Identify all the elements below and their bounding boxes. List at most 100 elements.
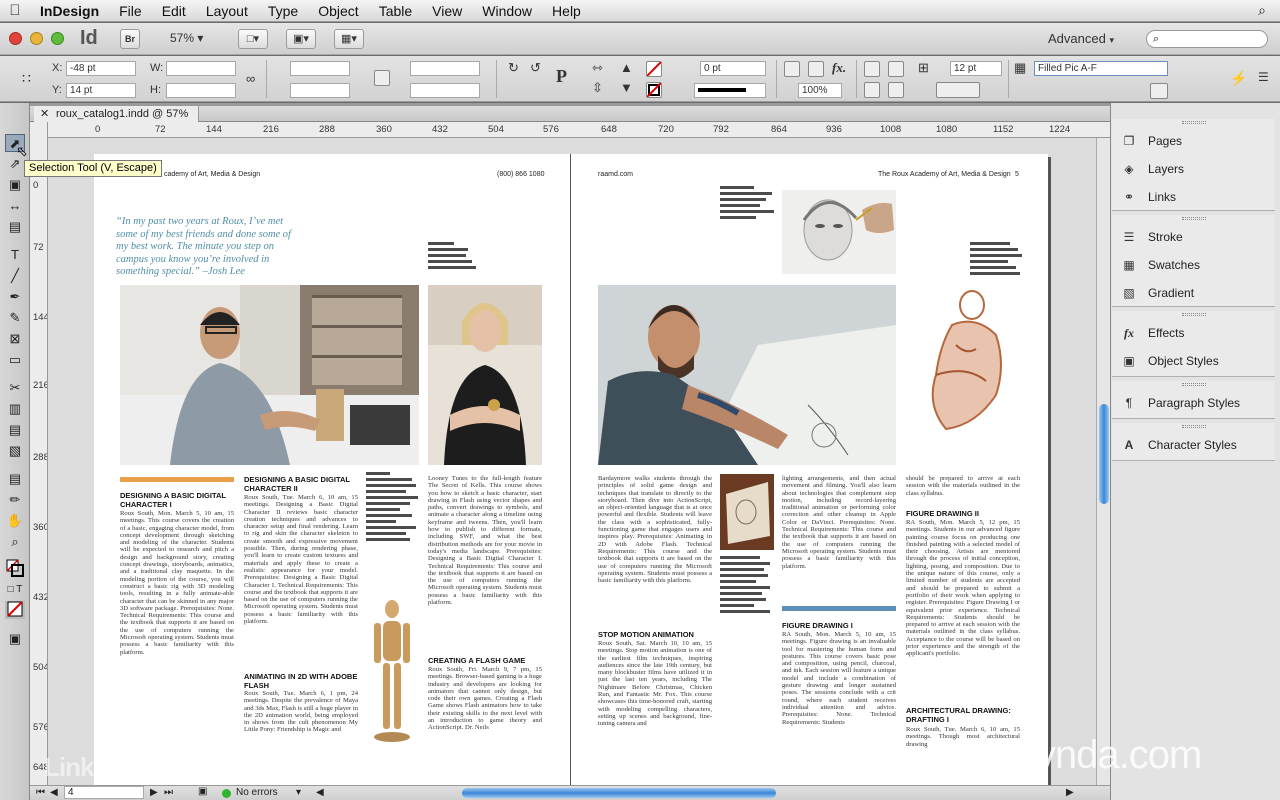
close-tab-icon[interactable]: ✕ — [40, 106, 49, 122]
horizontal-scroll-thumb[interactable] — [462, 788, 776, 798]
hand-tool-icon[interactable]: ✋ — [5, 512, 25, 530]
text-placeholder[interactable] — [366, 472, 420, 544]
menu-view[interactable]: View — [422, 0, 472, 22]
panel-swatches[interactable]: ▦ Swatches — [1120, 253, 1200, 277]
constrain-scale-icon[interactable] — [374, 70, 390, 86]
effects-fx-icon[interactable]: fx. — [832, 60, 846, 76]
course-description[interactable]: RA South, Mon. March 5, 10 am, 15 meetin… — [782, 631, 896, 749]
note-tool-icon[interactable]: ▤ — [5, 470, 25, 488]
content-collector-icon[interactable]: ▤ — [5, 218, 25, 236]
vertical-scrollbar[interactable] — [1096, 138, 1110, 785]
panel-object-styles[interactable]: ▣ Object Styles — [1120, 349, 1218, 373]
first-page-icon[interactable]: ⏮ — [36, 787, 45, 798]
menu-help[interactable]: Help — [542, 0, 591, 22]
constrain-proportions-icon[interactable]: ∞ — [246, 71, 255, 86]
page-spread[interactable]: cademy of Art, Media & Design (800) 866 … — [94, 154, 1048, 785]
width-field[interactable] — [166, 61, 236, 76]
page-number-field[interactable]: 4 — [64, 786, 144, 799]
screen-mode-button[interactable]: ▣▾ — [286, 29, 316, 49]
course-title[interactable]: CREATING A FLASH GAME — [428, 656, 544, 665]
pasteboard[interactable]: cademy of Art, Media & Design (800) 866 … — [48, 138, 1096, 785]
photo-pencil-portrait-sketch[interactable] — [782, 190, 896, 274]
select-content-icon[interactable]: ▼ — [620, 80, 633, 95]
course-description[interactable]: Bardaymore walks students through the pr… — [598, 475, 712, 625]
fill-swatch-icon[interactable] — [646, 61, 662, 77]
zoom-level-select[interactable]: 57% ▾ — [170, 31, 203, 45]
course-title[interactable]: STOP MOTION ANIMATION — [598, 630, 714, 639]
course-description[interactable]: Roux South, Tue. March 6, 1 pm, 24 meeti… — [244, 690, 358, 748]
panel-gradient[interactable]: ▧ Gradient — [1120, 281, 1194, 305]
photo-sketchbook[interactable] — [720, 474, 774, 550]
drop-shadow-icon[interactable] — [784, 61, 800, 77]
document-tab[interactable]: ✕ roux_catalog1.indd @ 57% — [34, 106, 200, 122]
course-description[interactable]: Roux South, Sat. March 10, 10 am, 15 mee… — [598, 640, 712, 750]
panel-grip[interactable] — [1182, 121, 1206, 124]
wrap-around-icon[interactable] — [888, 82, 904, 98]
panel-paragraph-styles[interactable]: ¶ Paragraph Styles — [1120, 391, 1240, 415]
course-description[interactable]: Roux South, Tue. March 6, 10 am, 15 meet… — [906, 726, 1020, 750]
zoom-window-button[interactable] — [51, 32, 64, 45]
course-description[interactable]: lighting arrangements, and then actual m… — [782, 475, 896, 601]
menu-app[interactable]: InDesign — [30, 0, 109, 22]
course-title[interactable]: FIGURE DRAWING I — [782, 621, 898, 630]
course-description[interactable]: Roux South, Tue. March 6, 10 am, 15 meet… — [244, 494, 358, 666]
preflight-status-text[interactable]: No errors — [236, 787, 278, 798]
panel-character-styles[interactable]: A Character Styles — [1120, 433, 1237, 457]
text-placeholder[interactable] — [720, 556, 770, 616]
text-placeholder[interactable] — [428, 242, 476, 272]
flip-vertical-icon[interactable]: ⇳ — [592, 80, 603, 96]
scroll-right-icon[interactable]: ▶ — [1066, 787, 1074, 798]
rotation-angle-field[interactable] — [410, 61, 480, 76]
opacity-field[interactable]: 100% — [798, 83, 842, 98]
panel-effects[interactable]: fx Effects — [1120, 321, 1184, 345]
course-title[interactable]: ANIMATING IN 2D WITH ADOBE FLASH — [244, 672, 360, 690]
align-top-icon[interactable] — [864, 61, 880, 77]
screen-mode-icon[interactable]: ▣ — [5, 630, 25, 648]
gap-field[interactable]: 12 pt — [950, 61, 1002, 76]
clear-overrides-icon[interactable] — [1150, 83, 1168, 99]
stroke-swatch-icon[interactable] — [646, 82, 662, 98]
select-container-icon[interactable]: ▲ — [620, 60, 633, 75]
object-style-select[interactable]: Filled Pic A-F — [1034, 61, 1168, 76]
fill-stroke-swatches-icon[interactable] — [5, 559, 25, 577]
panel-menu-icon[interactable]: ☰ — [1258, 70, 1269, 84]
scale-x-field[interactable] — [290, 61, 350, 76]
workspace-switcher[interactable]: Advanced ▾ — [1048, 31, 1114, 46]
next-page-icon[interactable]: ▶ — [150, 787, 158, 798]
corner-options-icon[interactable] — [936, 82, 980, 98]
menu-file[interactable]: File — [109, 0, 152, 22]
scissors-tool-icon[interactable]: ✂ — [5, 379, 25, 397]
gradient-swatch-tool-icon[interactable]: ▤ — [5, 421, 25, 439]
type-tool-icon[interactable]: T — [5, 246, 25, 264]
vertical-scroll-thumb[interactable] — [1099, 404, 1109, 504]
menu-layout[interactable]: Layout — [196, 0, 258, 22]
rectangle-frame-tool-icon[interactable]: ⊠ — [5, 330, 25, 348]
pull-quote[interactable]: “In my past two years at Roux, I’ve met … — [116, 216, 302, 279]
open-preflight-icon[interactable]: ▣ — [198, 786, 207, 797]
course-description[interactable]: RA South, Mon. March 5, 12 pm, 15 meetin… — [906, 519, 1020, 699]
gradient-feather-tool-icon[interactable]: ▧ — [5, 442, 25, 460]
photo-tattooed-artist-drawing[interactable] — [598, 285, 896, 465]
menu-type[interactable]: Type — [258, 0, 308, 22]
page-tool-icon[interactable]: ▣ — [5, 176, 25, 194]
reference-point-icon[interactable]: ∷ — [22, 68, 42, 88]
close-window-button[interactable] — [9, 32, 22, 45]
zoom-tool-icon[interactable]: ⌕ — [5, 533, 25, 551]
flip-horizontal-icon[interactable]: ⇿ — [592, 60, 603, 76]
photo-wooden-mannequin[interactable] — [370, 599, 414, 744]
photo-figure-drawing[interactable] — [906, 285, 1026, 435]
menu-window[interactable]: Window — [472, 0, 542, 22]
panel-layers[interactable]: ◈ Layers — [1120, 157, 1184, 181]
formatting-affects-icon[interactable]: □ T — [5, 581, 25, 599]
scroll-left-icon[interactable]: ◀ — [316, 787, 324, 798]
pen-tool-icon[interactable]: ✒ — [5, 288, 25, 306]
free-transform-tool-icon[interactable]: ▥ — [5, 400, 25, 418]
course-description[interactable]: Roux South, Fri. March 9, 7 pm, 15 meeti… — [428, 666, 542, 750]
view-options-button[interactable]: □▾ — [238, 29, 268, 49]
align-center-icon[interactable] — [888, 61, 904, 77]
rotate-ccw-icon[interactable]: ↺ — [530, 60, 541, 76]
panel-grip[interactable] — [1182, 217, 1206, 220]
photo-student-at-desk[interactable] — [120, 285, 419, 465]
shadow-toggle-icon[interactable] — [808, 61, 824, 77]
stroke-weight-field[interactable]: 0 pt — [700, 61, 766, 76]
